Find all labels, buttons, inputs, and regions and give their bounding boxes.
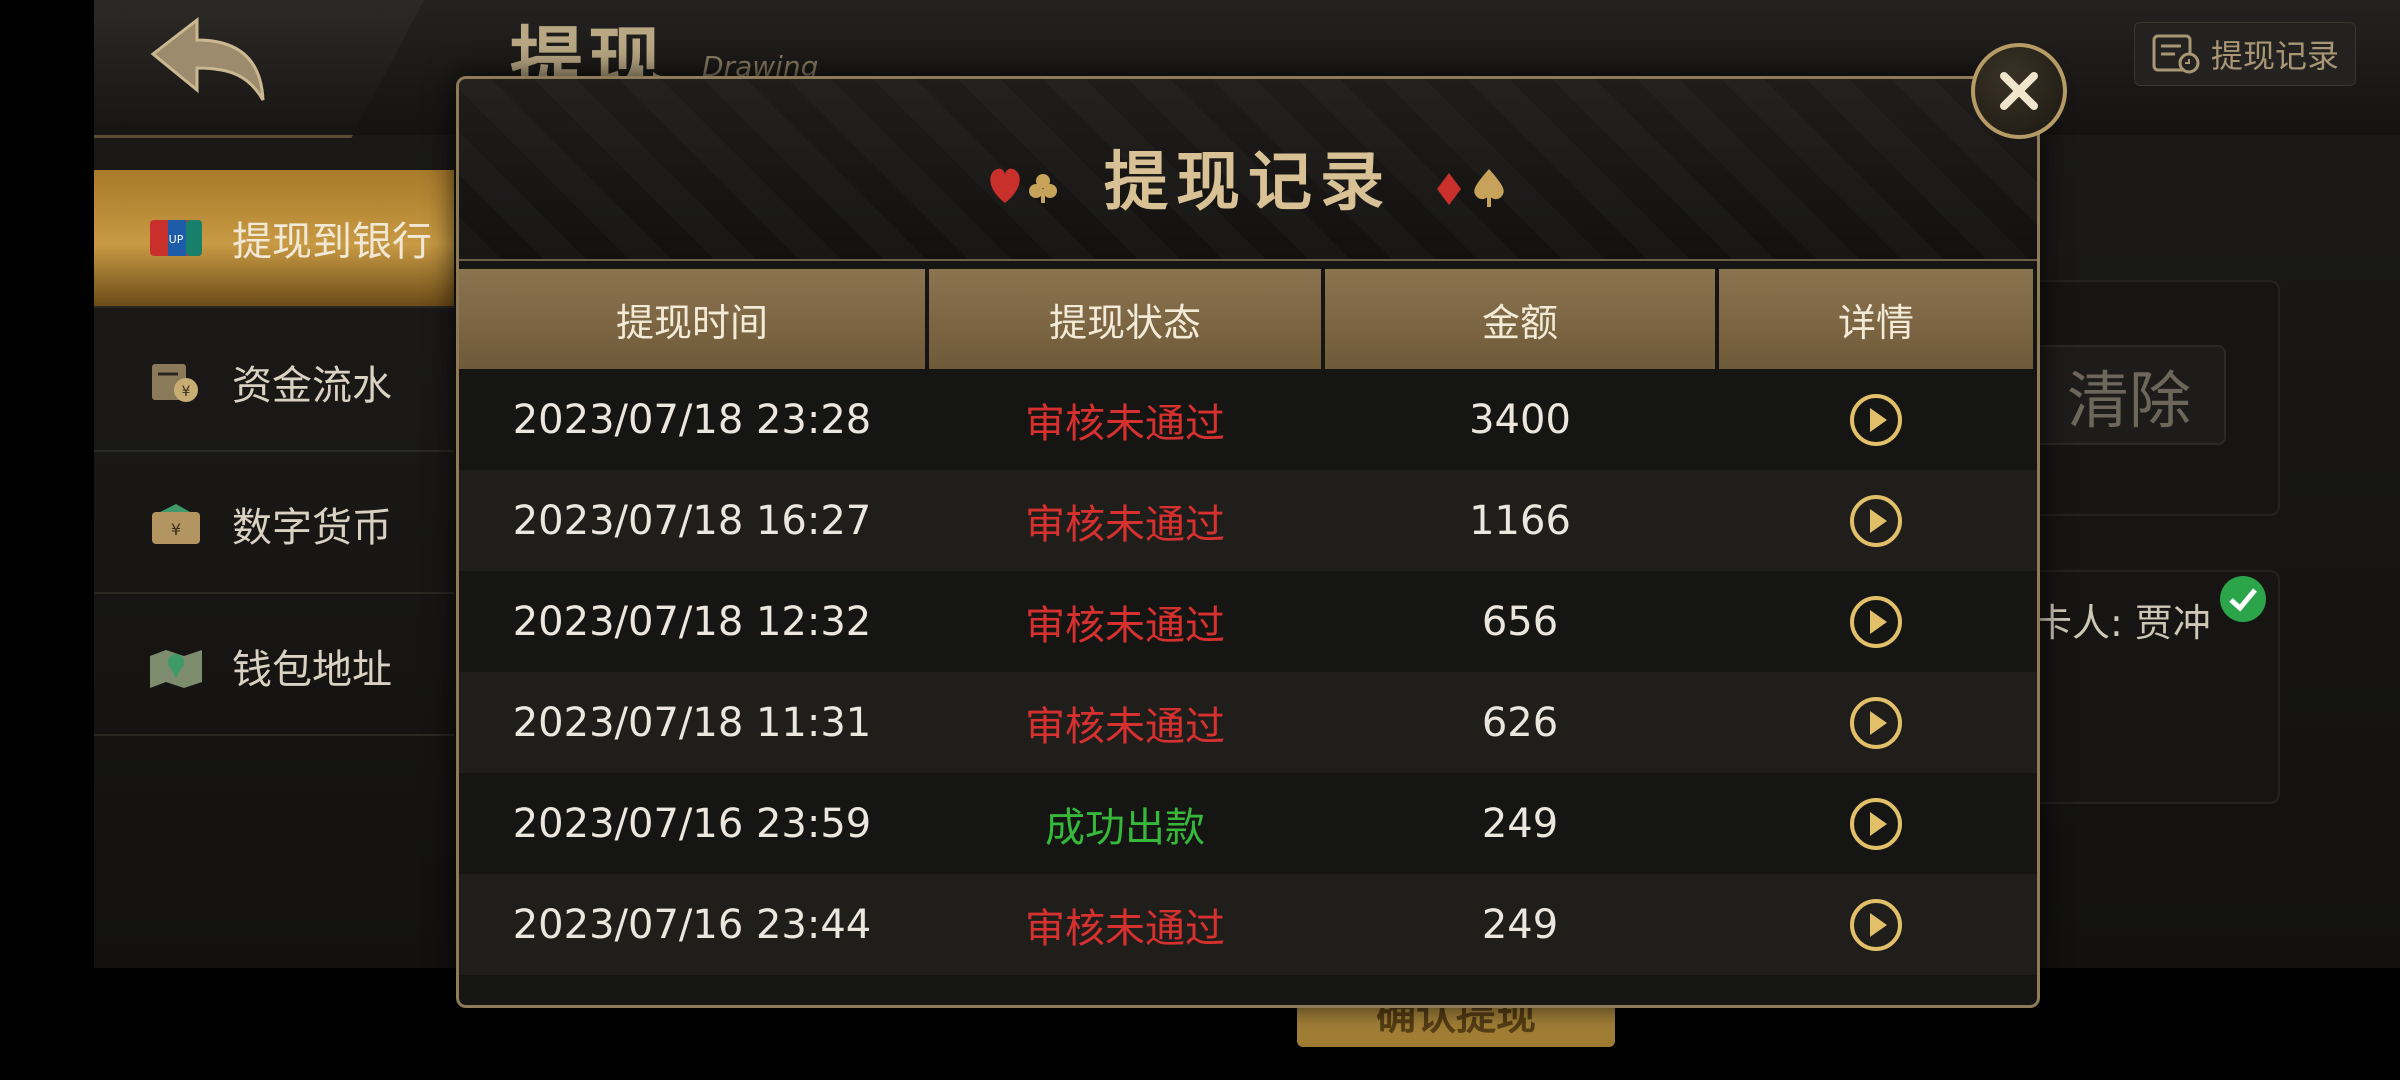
detail-button[interactable] — [1719, 797, 2033, 851]
row-time: 2023/07/18 11:31 — [512, 699, 872, 746]
row-time: 2023/07/16 23:44 — [512, 901, 872, 948]
detail-button[interactable] — [1719, 595, 2033, 649]
row-amount: 656 — [1481, 598, 1559, 645]
row-time: 2023/07/16 23:59 — [512, 800, 872, 847]
record-list-icon — [2152, 34, 2200, 74]
svg-text:¥: ¥ — [171, 520, 181, 539]
map-pin-icon — [150, 650, 202, 688]
row-status: 审核未通过 — [1025, 400, 1225, 447]
wallet-icon: ¥ — [152, 504, 200, 544]
play-circle-icon — [1850, 797, 1902, 850]
detail-button[interactable] — [1719, 898, 2033, 952]
play-circle-icon — [1850, 494, 1902, 547]
row-status: 审核未通过 — [1025, 905, 1225, 952]
fund-flow-icon: ¥ — [152, 364, 198, 402]
table-row: 2023/07/16 23:44 审核未通过 249 — [459, 874, 2037, 975]
column-header-status: 提现状态 — [929, 269, 1321, 369]
row-amount: 1166 — [1469, 497, 1571, 544]
close-icon — [2000, 72, 2038, 110]
verified-check-icon — [2220, 576, 2266, 622]
table-row: 2023/07/16 23:59 成功出款 249 — [459, 773, 2037, 874]
modal-title: 提现记录 — [1104, 146, 1392, 220]
sidebar-item-label: 钱包地址 — [232, 647, 392, 693]
sidebar-item-crypto[interactable]: ¥ 数字货币 — [94, 456, 454, 594]
column-header-detail: 详情 — [1719, 269, 2033, 369]
row-status: 审核未通过 — [1025, 703, 1225, 750]
play-circle-icon — [1850, 696, 1902, 749]
sidebar-item-label: 数字货币 — [232, 505, 392, 551]
svg-text:UP: UP — [169, 233, 184, 246]
sidebar-item-label: 资金流水 — [232, 363, 392, 409]
play-circle-icon — [1850, 595, 1902, 648]
row-time: 2023/07/18 23:28 — [512, 396, 872, 443]
sidebar-item-wallet-address[interactable]: 钱包地址 — [94, 598, 454, 736]
diamond-spade-suits-icon — [1437, 169, 1504, 207]
withdraw-record-button[interactable]: 提现记录 — [2134, 22, 2356, 86]
table-row: 2023/07/18 12:32 审核未通过 656 — [459, 571, 2037, 672]
detail-button[interactable] — [1719, 393, 2033, 447]
row-status: 审核未通过 — [1025, 501, 1225, 548]
row-status: 审核未通过 — [1025, 602, 1225, 649]
play-circle-icon — [1850, 393, 1902, 446]
record-table: 提现时间 提现状态 金额 详情 2023/07/18 23:28 审核未通过 3… — [459, 269, 2037, 975]
column-header-amount: 金额 — [1325, 269, 1715, 369]
unionpay-card-icon: UP — [150, 220, 202, 256]
sidebar-item-bank-withdraw[interactable]: UP 提现到银行 — [94, 170, 454, 308]
column-header-time: 提现时间 — [459, 269, 925, 369]
row-time: 2023/07/18 12:32 — [512, 598, 872, 645]
clear-button[interactable]: 清除 — [2032, 345, 2226, 445]
row-amount: 249 — [1481, 901, 1559, 948]
card-holder-name: 卡人: 贾冲 — [2034, 601, 2211, 645]
row-time: 2023/07/18 16:27 — [512, 497, 872, 544]
back-arrow-icon[interactable] — [145, 14, 270, 109]
modal-header: 提现记录 — [459, 79, 2037, 261]
close-button[interactable] — [1971, 43, 2067, 139]
sidebar-item-fund-flow[interactable]: ¥ 资金流水 — [94, 314, 454, 452]
sidebar-item-label: 提现到银行 — [232, 219, 432, 265]
detail-button[interactable] — [1719, 494, 2033, 548]
table-header: 提现时间 提现状态 金额 详情 — [459, 269, 2037, 369]
detail-button[interactable] — [1719, 696, 2033, 750]
withdraw-record-modal: 提现记录 提现时间 提现状态 金额 详情 2023/07/18 23:28 审核… — [456, 76, 2040, 1008]
play-circle-icon — [1850, 898, 1902, 951]
row-amount: 626 — [1481, 699, 1559, 746]
table-row: 2023/07/18 23:28 审核未通过 3400 — [459, 369, 2037, 470]
svg-text:¥: ¥ — [182, 384, 191, 400]
table-row: 2023/07/18 16:27 审核未通过 1166 — [459, 470, 2037, 571]
row-amount: 249 — [1481, 800, 1559, 847]
record-button-label: 提现记录 — [2211, 37, 2340, 75]
row-amount: 3400 — [1469, 396, 1571, 443]
row-status: 成功出款 — [1045, 804, 1205, 851]
table-row: 2023/07/18 11:31 审核未通过 626 — [459, 672, 2037, 773]
